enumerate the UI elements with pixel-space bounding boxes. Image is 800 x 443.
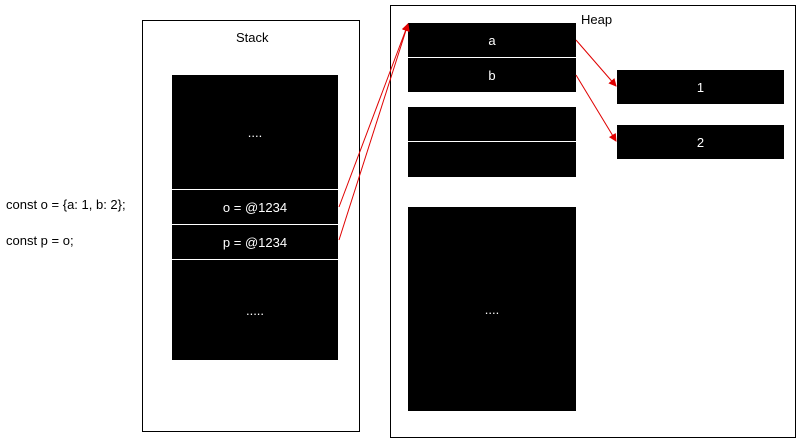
heap-value-1-label: 1 (696, 79, 705, 95)
stack-title: Stack (236, 30, 269, 45)
stack-slot-p-label: p = @1234 (222, 234, 288, 250)
stack-lower-region: ..... (172, 260, 338, 360)
stack-bottom-ellipsis: ..... (245, 302, 265, 318)
heap-value-2-label: 2 (696, 134, 705, 150)
stack-slot-o: o = @1234 (172, 190, 338, 224)
stack-top-ellipsis: .... (247, 124, 263, 140)
heap-value-2: 2 (617, 125, 784, 159)
stack-slot-p: p = @1234 (172, 225, 338, 259)
heap-large-region: .... (408, 207, 576, 411)
code-line-reference-assignment: const p = o; (6, 233, 74, 248)
code-line-object-declaration: const o = {a: 1, b: 2}; (6, 197, 126, 212)
heap-field-a: a (408, 23, 576, 57)
stack-upper-region: .... (172, 75, 338, 189)
heap-field-b-label: b (488, 67, 496, 83)
heap-field-a-label: a (488, 32, 496, 48)
heap-empty-cell-2 (408, 142, 576, 177)
heap-ellipsis: .... (484, 301, 500, 317)
stack-slot-o-label: o = @1234 (222, 199, 288, 215)
heap-field-b: b (408, 58, 576, 92)
heap-value-1: 1 (617, 70, 784, 104)
heap-title: Heap (581, 12, 613, 27)
heap-empty-cell-1 (408, 107, 576, 141)
